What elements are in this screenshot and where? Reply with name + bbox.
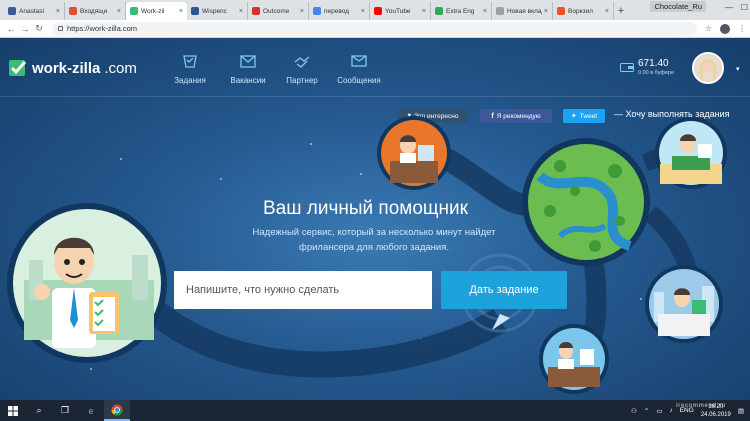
people-icon[interactable]: ⚇ xyxy=(631,407,637,415)
search-icon[interactable]: ⌕ xyxy=(26,400,52,421)
tweet-button[interactable]: ✦ Tweet xyxy=(563,109,605,123)
user-avatar[interactable] xyxy=(692,52,724,84)
close-tab-icon[interactable]: × xyxy=(483,8,487,15)
assistant-character-illustration xyxy=(7,203,167,363)
browser-tab-strip: Anastasi × Входящи × Work-zil × Wispenc × Ou… xyxy=(0,0,750,20)
hero-title: Ваш личный помощник xyxy=(263,198,468,219)
forward-icon[interactable]: → xyxy=(18,24,32,34)
lock-icon xyxy=(58,26,63,31)
close-tab-icon[interactable]: × xyxy=(300,8,304,15)
partner-icon xyxy=(294,56,310,68)
beach-worker-illustration xyxy=(655,117,727,189)
balance-amount: 671.40 xyxy=(638,58,669,69)
browser-tab[interactable]: Новая вклад × xyxy=(492,2,553,20)
minimize-icon[interactable]: — xyxy=(725,3,733,12)
windows-taskbar: ⌕ ❐ e ⚇ ⌃ ▭ ♪ ENG 16:20 24.06.2019 ▤ xyxy=(0,400,750,421)
globe-illustration xyxy=(522,138,650,266)
browser-profile-icon[interactable] xyxy=(720,23,730,34)
volume-icon[interactable]: ♪ xyxy=(669,407,672,414)
close-tab-icon[interactable]: × xyxy=(422,8,426,15)
browser-tab[interactable]: Воркзил × xyxy=(553,2,614,20)
header-divider xyxy=(0,96,750,97)
browser-toolbar: ← → ↻ https://work-zilla.com ☆ ⋮ xyxy=(0,20,750,38)
give-task-button[interactable]: Дать задание xyxy=(441,271,567,309)
tab-favicon-icon xyxy=(374,7,382,15)
browser-tab[interactable]: Anastasi × xyxy=(4,2,65,20)
notifications-icon[interactable]: ▤ xyxy=(738,407,744,415)
window-controls: — ☐ xyxy=(725,3,748,12)
tab-favicon-icon xyxy=(8,7,16,15)
facebook-icon: f xyxy=(491,112,494,120)
tab-favicon-icon xyxy=(435,7,443,15)
browser-tab[interactable]: Outcome × xyxy=(248,2,309,20)
close-tab-icon[interactable]: × xyxy=(117,8,121,15)
chevron-down-icon[interactable]: ▾ xyxy=(736,65,740,73)
maximize-icon[interactable]: ☐ xyxy=(741,3,748,12)
nav-item-partner[interactable]: Партнер xyxy=(284,52,320,85)
tab-favicon-icon xyxy=(557,7,565,15)
tab-favicon-icon xyxy=(252,7,260,15)
nav-item-messages[interactable]: Сообщения xyxy=(334,52,384,85)
tab-favicon-icon xyxy=(69,7,77,15)
windows-logo-icon xyxy=(8,405,18,416)
desk-worker-illustration xyxy=(539,324,609,394)
balance-buffer: 0.00 в буфере xyxy=(638,70,675,76)
close-tab-icon[interactable]: × xyxy=(239,8,243,15)
clock-date: 24.06.2019 xyxy=(700,411,731,418)
checkmark-logo-icon xyxy=(9,60,27,76)
watermark: irecommend.ru xyxy=(676,403,726,409)
reload-icon[interactable]: ↻ xyxy=(32,23,46,34)
site-header: work-zilla .com Задания Вакансии Партнер … xyxy=(0,38,750,100)
bookmark-star-icon[interactable]: ☆ xyxy=(705,24,712,33)
user-photo xyxy=(694,54,722,82)
tasks-icon xyxy=(183,55,197,68)
edge-browser-icon[interactable]: e xyxy=(78,400,104,421)
start-button[interactable] xyxy=(0,400,26,421)
messages-icon xyxy=(351,55,367,67)
close-tab-icon[interactable]: × xyxy=(56,8,60,15)
browser-tab[interactable]: Входящи × xyxy=(65,2,126,20)
new-tab-button[interactable]: + xyxy=(614,2,628,20)
browser-tab-active[interactable]: Work-zil × xyxy=(126,2,187,20)
browser-tab[interactable]: Extra Eng × xyxy=(431,2,492,20)
chevron-up-icon[interactable]: ⌃ xyxy=(644,407,649,415)
tab-favicon-icon xyxy=(191,7,199,15)
site-logo[interactable]: work-zilla .com xyxy=(8,59,137,77)
browser-menu-icon[interactable]: ⋮ xyxy=(738,24,746,33)
browser-tab[interactable]: перевод × xyxy=(309,2,370,20)
back-icon[interactable]: ← xyxy=(4,24,18,34)
task-input[interactable] xyxy=(174,271,432,309)
office-worker-illustration xyxy=(377,116,451,190)
nav-item-vacancies[interactable]: Вакансии xyxy=(226,52,270,85)
city-worker-illustration xyxy=(645,265,723,343)
logo-suffix: .com xyxy=(104,59,137,77)
nav-item-tasks[interactable]: Задания xyxy=(168,52,212,85)
browser-tab[interactable]: Wispenc × xyxy=(187,2,248,20)
browser-tab[interactable]: YouTube × xyxy=(370,2,431,20)
hero-subtitle: Надежный сервис, который за несколько ми… xyxy=(252,227,496,253)
vacancies-icon xyxy=(240,55,256,68)
task-view-icon[interactable]: ❐ xyxy=(52,400,78,421)
close-tab-icon[interactable]: × xyxy=(605,8,609,15)
wallet-icon xyxy=(620,63,634,72)
tab-favicon-icon xyxy=(313,7,321,15)
address-bar[interactable]: https://work-zilla.com xyxy=(52,21,697,36)
close-tab-icon[interactable]: × xyxy=(179,8,183,15)
close-tab-icon[interactable]: × xyxy=(361,8,365,15)
recommend-button[interactable]: fЯ рекомендую xyxy=(480,109,552,123)
network-icon[interactable]: ▭ xyxy=(656,407,662,415)
main-nav: Задания Вакансии Партнер Сообщения xyxy=(168,52,384,85)
twitter-icon: ✦ xyxy=(570,113,577,120)
tab-favicon-icon xyxy=(496,7,504,15)
browser-profile-chip[interactable]: Chocolate_Ru xyxy=(650,1,706,12)
close-tab-icon[interactable]: × xyxy=(544,8,548,15)
account-balance[interactable]: 671.40 0.00 в буфере xyxy=(620,58,674,76)
tab-favicon-icon xyxy=(130,7,138,15)
chrome-browser-icon[interactable] xyxy=(104,400,130,421)
page-content: work-zilla .com Задания Вакансии Партнер … xyxy=(0,38,750,400)
url-text: https://work-zilla.com xyxy=(67,24,138,33)
logo-name: work-zilla xyxy=(32,59,101,77)
